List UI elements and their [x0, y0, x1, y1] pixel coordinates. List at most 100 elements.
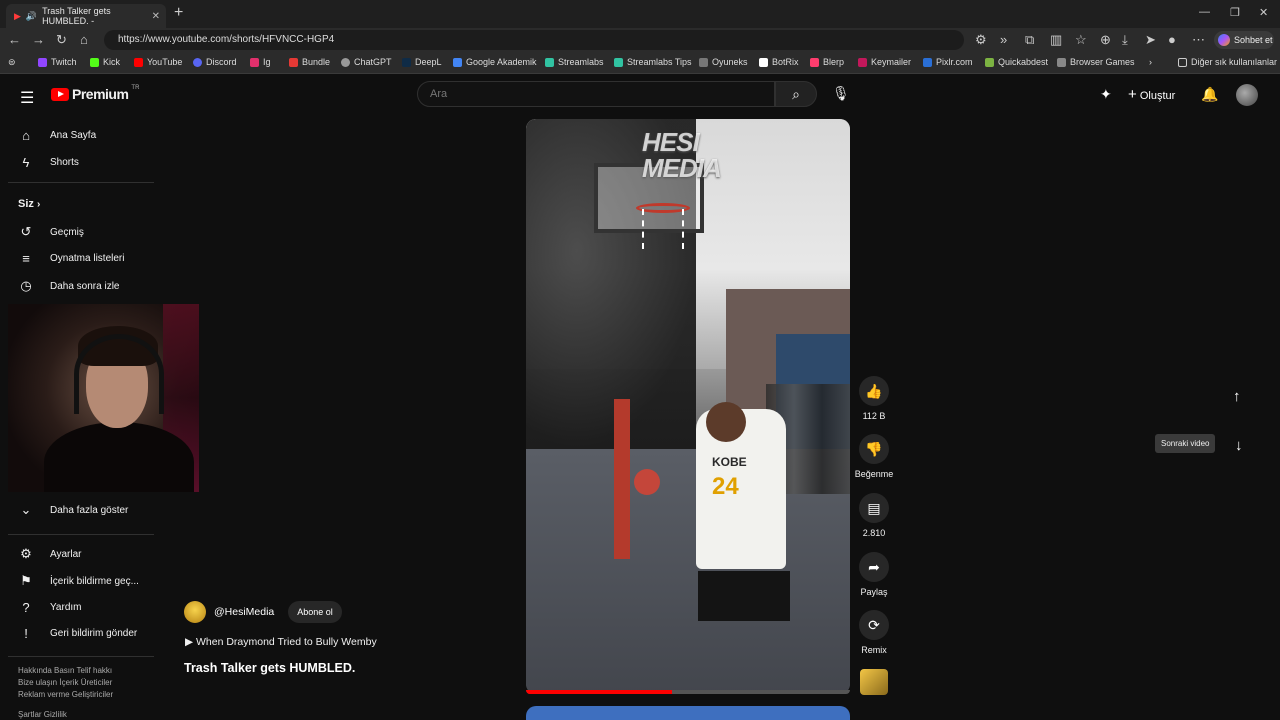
- bookmark-discord[interactable]: Discord: [193, 57, 237, 67]
- previous-video-arrow-icon[interactable]: ↑: [1233, 388, 1241, 405]
- thumbs-down-icon: 👎: [859, 434, 889, 464]
- bookmark-pixlr[interactable]: Pixlr.com: [923, 57, 973, 67]
- forward-icon[interactable]: →: [32, 32, 45, 47]
- sidebar-item-report-history[interactable]: ⚑ İçerik bildirme geç...: [18, 573, 139, 589]
- profile-icon[interactable]: ●: [1168, 32, 1176, 47]
- restore-icon[interactable]: ❐: [1230, 6, 1240, 19]
- collections-icon[interactable]: ⊕: [1100, 32, 1111, 48]
- bookmark-blerp[interactable]: Blerp: [810, 57, 844, 67]
- search-icon: ⌕: [792, 86, 800, 102]
- share-browser-icon[interactable]: ➤: [1145, 32, 1156, 48]
- sidebar-item-watch-later[interactable]: ◷ Daha sonra izle: [18, 278, 119, 294]
- voice-search-icon[interactable]: 🎙: [832, 85, 850, 102]
- share-button[interactable]: ➦ Paylaş: [852, 552, 896, 597]
- video-progress-fill: [526, 690, 672, 694]
- back-icon[interactable]: ←: [8, 32, 21, 47]
- sidebar-item-feedback[interactable]: ! Geri bildirim gönder: [18, 626, 137, 641]
- footer-links-row[interactable]: Bize ulaşın İçerik Üreticiler: [18, 678, 112, 687]
- bookmark-oyuneks[interactable]: Oyuneks: [699, 57, 748, 67]
- more-icon[interactable]: ⋯: [1192, 32, 1205, 48]
- youtube-logo-icon: [51, 87, 69, 101]
- bookmark-bundle[interactable]: Bundle: [289, 57, 330, 67]
- sidebar-item-playlists[interactable]: ≡ Oynatma listeleri: [18, 251, 124, 266]
- footer-links-row[interactable]: Hakkında Basın Telif hakkı: [18, 666, 112, 675]
- thumbs-up-icon: 👍: [859, 376, 889, 406]
- bookmark-menu-icon[interactable]: ⊜: [8, 57, 16, 68]
- copilot-icon: [1218, 34, 1230, 46]
- footer-links-row[interactable]: Reklam verme Geliştiriciler: [18, 690, 113, 699]
- bookmark-ig[interactable]: Ig: [250, 57, 271, 67]
- other-bookmarks[interactable]: Diğer sık kullanılanlar: [1178, 57, 1277, 67]
- extensions-icon[interactable]: ⚙: [975, 32, 987, 48]
- browser-tab-bar: ▶ 🔊 Trash Talker gets HUMBLED. - ✕ + — ❐…: [0, 0, 1280, 28]
- create-button[interactable]: + Oluştur: [1128, 86, 1175, 103]
- bookmark-google-akademik[interactable]: Google Akademik: [453, 57, 537, 67]
- refresh-icon[interactable]: ↻: [56, 32, 67, 48]
- sidebar-item-help[interactable]: ? Yardım: [18, 600, 81, 615]
- studio-icon[interactable]: ✦: [1100, 86, 1112, 103]
- close-tab-icon[interactable]: ✕: [152, 11, 160, 22]
- puzzle-icon[interactable]: ⧉: [1025, 32, 1034, 48]
- remix-button[interactable]: ⟳ Remix: [852, 610, 896, 655]
- new-tab-icon[interactable]: +: [174, 4, 183, 22]
- address-row: ← → ↻ ⌂ https://www.youtube.com/shorts/H…: [0, 28, 1280, 52]
- sidebar-item-show-more[interactable]: ⌄ Daha fazla göster: [18, 502, 129, 518]
- bookmarks-overflow-chevron-icon[interactable]: ›: [1149, 57, 1152, 67]
- sidebar-item-settings[interactable]: ⚙ Ayarlar: [18, 546, 81, 562]
- browser-tab[interactable]: ▶ 🔊 Trash Talker gets HUMBLED. - ✕: [6, 4, 166, 28]
- search-input[interactable]: Ara: [417, 81, 775, 107]
- subscribe-button[interactable]: Abone ol: [288, 601, 342, 623]
- clock-icon: ◷: [20, 278, 32, 293]
- dislike-button[interactable]: 👎 Beğenme: [852, 434, 896, 479]
- favorites-icon[interactable]: ☆: [1075, 32, 1087, 48]
- speaker-icon[interactable]: 🔊: [26, 11, 37, 22]
- url-input[interactable]: https://www.youtube.com/shorts/HFVNCC-HG…: [104, 30, 964, 50]
- webcam-overlay: [8, 304, 199, 492]
- divider: [8, 534, 154, 535]
- bookmark-browser-games[interactable]: Browser Games: [1057, 57, 1135, 67]
- copilot-chat-button[interactable]: Sohbet et: [1214, 31, 1274, 49]
- sidebar-item-shorts[interactable]: ϟ Shorts: [18, 155, 79, 170]
- home-icon[interactable]: ⌂: [80, 32, 88, 47]
- video-progress-bar[interactable]: [526, 690, 850, 694]
- bookmark-kick[interactable]: Kick: [90, 57, 120, 67]
- search-button[interactable]: ⌕: [775, 81, 817, 107]
- sidebar-item-history[interactable]: ↺ Geçmiş: [18, 224, 84, 240]
- flag-icon: ⚑: [20, 573, 32, 588]
- channel-avatar[interactable]: [184, 601, 206, 623]
- bookmark-botrix[interactable]: BotRix: [759, 57, 799, 67]
- bookmark-deepl[interactable]: DeepL: [402, 57, 442, 67]
- bookmark-youtube[interactable]: YouTube: [134, 57, 182, 67]
- history-icon: ↺: [20, 224, 32, 239]
- bookmark-streamlabs[interactable]: Streamlabs: [545, 57, 604, 67]
- bookmark-quickabdest[interactable]: Quickabdest: [985, 57, 1048, 67]
- account-avatar[interactable]: [1236, 84, 1258, 106]
- sidebar-item-home[interactable]: ⌂ Ana Sayfa: [18, 128, 96, 143]
- youtube-premium-logo[interactable]: Premium TR: [51, 85, 139, 102]
- close-window-icon[interactable]: ✕: [1259, 6, 1268, 19]
- channel-name[interactable]: @HesiMedia: [214, 606, 274, 618]
- share-icon: ➦: [859, 552, 889, 582]
- sound-thumbnail[interactable]: [860, 669, 888, 695]
- playlist-link[interactable]: ▶ When Draymond Tried to Bully Wemby: [185, 636, 377, 648]
- shorts-video-player[interactable]: HESI MEDIA KOBE 24: [526, 119, 850, 694]
- notifications-bell-icon[interactable]: 🔔: [1201, 86, 1218, 103]
- next-video-arrow-icon[interactable]: ↓: [1235, 437, 1243, 454]
- extension-icon[interactable]: »: [1000, 32, 1007, 47]
- downloads-icon[interactable]: ⤓: [1122, 32, 1128, 48]
- bookmark-keymailer[interactable]: Keymailer: [858, 57, 911, 67]
- sidebar-item-you[interactable]: Siz ›: [18, 198, 40, 210]
- youtube-header: ☰ Premium TR Ara ⌕ 🎙 ✦ + Oluştur 🔔: [0, 74, 1280, 116]
- bookmark-twitch[interactable]: Twitch: [38, 57, 77, 67]
- playlist-icon: ≡: [22, 251, 30, 266]
- bookmark-streamlabs-tips[interactable]: Streamlabs Tips: [614, 57, 692, 67]
- bookmark-chatgpt[interactable]: ChatGPT: [341, 57, 392, 67]
- next-short-preview[interactable]: [526, 706, 850, 720]
- split-screen-icon[interactable]: ▥: [1050, 32, 1062, 48]
- comments-button[interactable]: ▤ 2.810: [852, 493, 896, 538]
- hamburger-menu-icon[interactable]: ☰: [20, 88, 34, 108]
- minimize-icon[interactable]: —: [1199, 6, 1210, 18]
- footer-links-row[interactable]: Şartlar Gizlilik: [18, 710, 67, 719]
- jersey-name: KOBE: [712, 455, 747, 469]
- like-button[interactable]: 👍 112 B: [852, 376, 896, 421]
